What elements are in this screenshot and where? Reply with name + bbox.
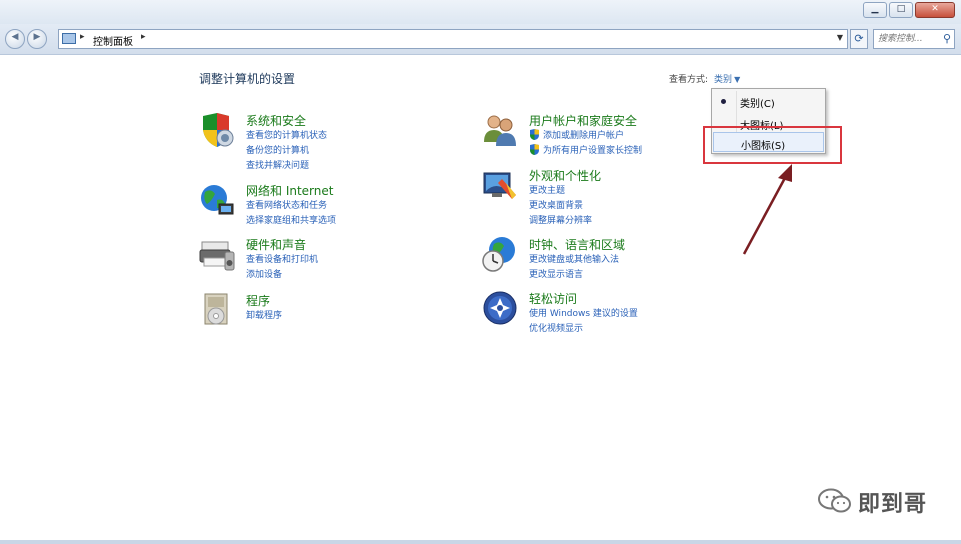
category-links: 添加或删除用户帐户 为所有用户设置家长控制 [529,129,642,159]
category-links: 更改键盘或其他输入法 更改显示语言 [529,253,619,283]
minimize-icon: ▁ [871,4,879,14]
watermark-text: 即到哥 [858,492,928,517]
clock-region-icon [482,237,515,272]
network-internet-icon [201,185,234,215]
maximize-button[interactable]: □ [889,2,913,18]
forward-arrow-icon: ▶ [33,32,41,42]
view-by-dropdown-arrow-icon[interactable]: ▼ [734,75,740,84]
category-links: 查看设备和打印机 添加设备 [246,253,318,283]
minimize-button[interactable]: ▁ [863,2,887,18]
breadcrumb-control-panel[interactable]: 控制面板 [93,33,133,48]
close-button[interactable]: ✕ [915,2,955,18]
window-bottom-border [0,540,961,544]
page-title: 调整计算机的设置 [199,72,296,86]
category-title[interactable]: 时钟、语言和区域 [529,236,625,253]
address-bar[interactable]: ▸ 控制面板 ▸ ▼ [58,29,848,49]
category-link[interactable]: 为所有用户设置家长控制 [529,144,642,159]
maximize-icon: □ [896,4,906,14]
category-title[interactable]: 网络和 Internet [246,182,333,199]
annotation-highlight-box [703,126,842,164]
category-title[interactable]: 轻松访问 [529,290,577,307]
appearance-icon [483,172,516,199]
programs-icon [204,293,228,325]
category-links: 卸载程序 [246,309,282,324]
address-dropdown-icon[interactable]: ▼ [837,33,843,42]
search-icon[interactable]: ⚲ [943,32,951,45]
view-by-dropdown[interactable]: 类别 [714,75,732,85]
category-link[interactable]: 使用 Windows 建议的设置 [529,307,638,322]
category-link[interactable]: 更改键盘或其他输入法 [529,253,619,268]
category-title[interactable]: 程序 [246,292,270,309]
menu-item-category[interactable]: 类别(C) [712,91,825,111]
breadcrumb-chevron-icon[interactable]: ▸ [141,32,146,42]
category-link[interactable]: 查看您的计算机状态 [246,129,327,144]
window-titlebar: ▁ □ ✕ [0,0,961,24]
refresh-icon: ⟳ [854,32,864,45]
category-link[interactable]: 查看网络状态和任务 [246,199,336,214]
category-link[interactable]: 更改桌面背景 [529,199,592,214]
category-link[interactable]: 查找并解决问题 [246,159,327,174]
uac-shield-icon [530,129,539,140]
watermark: 即到哥 [818,484,938,518]
category-link[interactable]: 添加或删除用户帐户 [529,129,642,144]
uac-shield-icon [530,144,539,155]
back-button[interactable]: ◀ [5,29,25,49]
view-by-label: 查看方式: [669,75,709,85]
category-link[interactable]: 更改显示语言 [529,268,619,283]
category-link[interactable]: 调整屏幕分辨率 [529,214,592,229]
search-input[interactable] [874,30,940,48]
refresh-button[interactable]: ⟳ [850,29,868,49]
search-box[interactable]: ⚲ [873,29,955,49]
category-links: 更改主题 更改桌面背景 调整屏幕分辨率 [529,184,592,229]
category-link[interactable]: 备份您的计算机 [246,144,327,159]
category-link-label: 添加或删除用户帐户 [543,131,625,141]
annotation-arrow-icon [742,164,792,255]
category-title[interactable]: 用户帐户和家庭安全 [529,112,637,129]
menu-item-label: 类别(C) [740,99,775,110]
category-link[interactable]: 添加设备 [246,268,318,283]
category-links: 使用 Windows 建议的设置 优化视频显示 [529,307,638,337]
navigation-bar: ◀ ▶ ▸ 控制面板 ▸ ▼ ⟳ ⚲ [0,24,961,55]
category-link[interactable]: 优化视频显示 [529,322,638,337]
view-by: 查看方式: 类别 ▼ [669,72,740,85]
category-link[interactable]: 更改主题 [529,184,592,199]
user-accounts-icon [484,115,516,146]
category-title[interactable]: 外观和个性化 [529,167,601,184]
wechat-icon [818,488,851,513]
breadcrumb-chevron-icon[interactable]: ▸ [80,32,85,42]
category-links: 查看网络状态和任务 选择家庭组和共享选项 [246,199,336,229]
category-link-label: 为所有用户设置家长控制 [543,146,643,156]
forward-button[interactable]: ▶ [27,29,47,49]
category-links: 查看您的计算机状态 备份您的计算机 查找并解决问题 [246,129,327,174]
category-link[interactable]: 卸载程序 [246,309,282,324]
system-security-icon [203,113,234,147]
hardware-sound-icon [199,241,235,271]
selected-bullet-icon [721,99,726,104]
caption-buttons: ▁ □ ✕ [863,2,955,18]
category-link[interactable]: 选择家庭组和共享选项 [246,214,336,229]
back-arrow-icon: ◀ [11,32,19,42]
close-icon: ✕ [931,4,939,14]
category-link[interactable]: 查看设备和打印机 [246,253,318,268]
control-panel-icon [62,33,76,44]
category-title[interactable]: 系统和安全 [246,112,306,129]
ease-of-access-icon [483,291,517,325]
category-title[interactable]: 硬件和声音 [246,236,306,253]
